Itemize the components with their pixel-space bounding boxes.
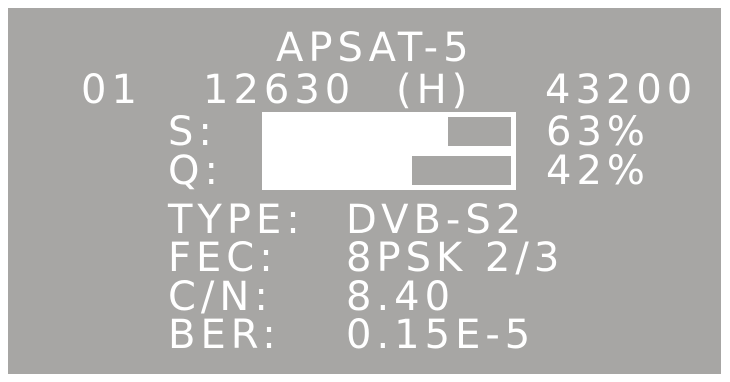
ber-value: 0.15E-5 bbox=[346, 312, 536, 358]
fec-label: FEC: bbox=[168, 235, 278, 281]
signal-quality-bar-empty bbox=[412, 156, 511, 185]
symbol-rate-value: 43200 bbox=[545, 67, 698, 113]
satellite-name: APSAT-5 bbox=[276, 25, 474, 71]
signal-info-screen: APSAT-5 01 12630 (H) 43200 S: 63% Q: 42%… bbox=[8, 8, 721, 374]
signal-strength-percent: 63% bbox=[546, 109, 650, 155]
type-value: DVB-S2 bbox=[346, 197, 527, 243]
signal-quality-percent: 42% bbox=[546, 148, 650, 194]
type-label: TYPE: bbox=[168, 197, 305, 243]
cn-value: 8.40 bbox=[346, 274, 456, 320]
ber-label: BER: bbox=[168, 312, 281, 358]
signal-quality-bar bbox=[262, 151, 516, 190]
cn-label: C/N: bbox=[168, 274, 273, 320]
channel-number: 01 bbox=[81, 67, 142, 113]
signal-strength-bar-empty bbox=[448, 117, 511, 146]
fec-value: 8PSK 2/3 bbox=[346, 235, 565, 281]
signal-strength-label: S: bbox=[168, 109, 217, 155]
signal-strength-bar bbox=[262, 112, 516, 151]
signal-quality-label: Q: bbox=[168, 148, 223, 194]
polarization-value: (H) bbox=[396, 67, 473, 113]
frequency-value: 12630 bbox=[203, 67, 356, 113]
